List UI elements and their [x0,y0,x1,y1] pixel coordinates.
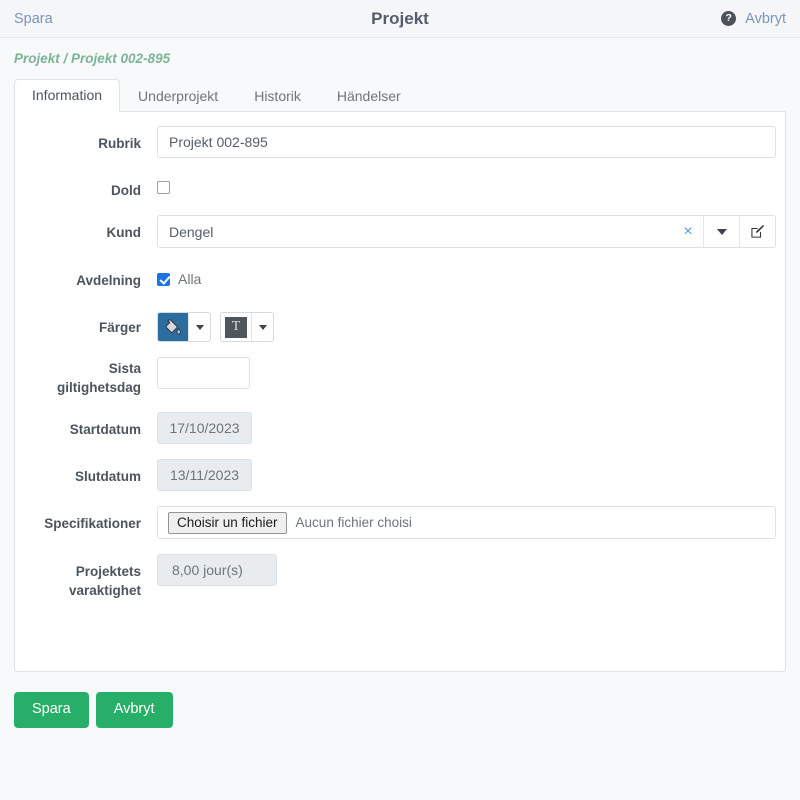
control-varaktighet: 8,00 jour(s) [157,554,773,586]
label-varaktighet: Projektets varaktighet [68,564,141,598]
field-row-kund: Kund Dengel × [27,215,776,248]
startdatum-value: 17/10/2023 [157,412,252,444]
control-sista-giltighetsdag [157,357,773,389]
dold-checkbox[interactable] [157,181,170,194]
slutdatum-value: 13/11/2023 [157,459,252,491]
kund-combobox[interactable]: Dengel × [157,215,776,248]
file-status-text: Aucun fichier choisi [295,515,412,530]
label-rubrik: Rubrik [98,136,141,151]
fill-color-dropdown[interactable] [188,313,210,341]
paint-bucket-icon[interactable] [158,313,188,341]
field-row-sista-giltighetsdag: Sista giltighetsdag [27,357,773,397]
control-avdelning: Alla [157,263,773,295]
field-row-specifikationer: Specifikationer Choisir un fichier Aucun… [27,506,776,539]
top-bar: Spara Projekt ? Avbryt [0,0,800,38]
cancel-button[interactable]: Avbryt [95,692,173,728]
label-startdatum: Startdatum [69,422,141,437]
color-picker-group: T [157,310,773,342]
breadcrumb[interactable]: Projekt / Projekt 002-895 [14,51,800,66]
tab-handelser[interactable]: Händelser [319,80,419,112]
tab-historik[interactable]: Historik [236,80,319,112]
paint-bucket-glyph [165,319,181,335]
sista-giltighetsdag-input[interactable] [157,357,250,389]
edit-square-glyph [751,224,765,238]
label-avdelning: Avdelning [76,273,141,288]
field-row-avdelning: Avdelning Alla [27,263,773,295]
header-save-link[interactable]: Spara [14,11,53,27]
header-cancel-link[interactable]: Avbryt [745,11,786,27]
field-row-startdatum: Startdatum 17/10/2023 [27,412,773,444]
field-row-dold: Dold [27,173,773,200]
label-farger: Färger [98,320,141,335]
specifikationer-file-input[interactable]: Choisir un fichier Aucun fichier choisi [157,506,776,539]
kund-value[interactable]: Dengel [158,216,673,247]
control-kund: Dengel × [157,215,776,248]
tab-information[interactable]: Information [14,79,121,112]
rubrik-input[interactable]: Projekt 002-895 [157,126,776,158]
avdelning-alla-label: Alla [178,271,202,287]
edit-icon[interactable] [739,216,775,247]
control-farger: T [157,310,773,342]
label-sista-giltighetsdag: Sista giltighetsdag [57,361,141,395]
control-dold [157,173,773,194]
text-color-picker[interactable]: T [220,312,274,342]
text-color-dropdown[interactable] [251,313,273,341]
page-title: Projekt [371,8,429,28]
caret-shape [195,324,204,330]
control-startdatum: 17/10/2023 [157,412,773,444]
label-slutdatum: Slutdatum [75,469,141,484]
caret-shape [716,228,727,235]
varaktighet-value: 8,00 jour(s) [157,554,277,586]
tab-underprojekt[interactable]: Underprojekt [120,80,236,112]
information-panel: Rubrik Projekt 002-895 Dold Kund Dengel … [14,112,786,672]
clear-icon[interactable]: × [673,216,703,247]
label-dold: Dold [111,183,141,198]
help-icon[interactable]: ? [721,11,737,26]
label-specifikationer: Specifikationer [44,516,141,531]
field-row-slutdatum: Slutdatum 13/11/2023 [27,459,773,491]
field-row-rubrik: Rubrik Projekt 002-895 [27,126,776,158]
tab-bar: Information Underprojekt Historik Händel… [14,79,786,112]
save-button[interactable]: Spara [14,692,89,728]
control-slutdatum: 13/11/2023 [157,459,773,491]
avdelning-option-row: Alla [157,263,773,295]
field-row-farger: Färger T [27,310,773,342]
caret-shape [258,324,267,330]
header-actions: ? Avbryt [721,11,786,27]
form-actions: Spara Avbryt [14,692,800,728]
label-kund: Kund [106,225,142,240]
choose-file-button[interactable]: Choisir un fichier [168,511,287,534]
text-color-icon[interactable]: T [221,313,251,341]
chevron-down-icon[interactable] [703,216,739,247]
field-row-varaktighet: Projektets varaktighet 8,00 jour(s) [27,554,773,600]
text-letter-glyph: T [225,316,247,338]
control-specifikationer: Choisir un fichier Aucun fichier choisi [157,506,776,539]
avdelning-alla-checkbox[interactable] [157,272,170,286]
fill-color-picker[interactable] [157,312,211,342]
control-rubrik: Projekt 002-895 [157,126,776,158]
